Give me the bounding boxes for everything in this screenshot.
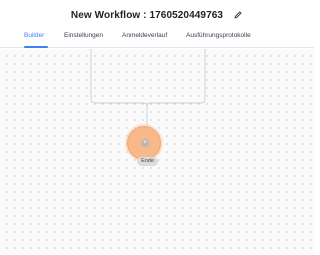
title-row: New Workflow : 1760520449763 (0, 6, 314, 24)
workflow-header: New Workflow : 1760520449763 Builder Ein… (0, 0, 314, 48)
tab-anmeldeverlauf[interactable]: Anmeldeverlauf (122, 32, 167, 39)
tab-ausfuehrungsprotokolle[interactable]: Ausführungsprotokolle (186, 32, 251, 39)
pencil-icon[interactable] (233, 10, 243, 20)
active-tab-indicator (24, 46, 48, 48)
end-node-label: Ende (137, 157, 158, 166)
tab-builder[interactable]: Builder (24, 32, 44, 39)
plus-icon[interactable]: + (141, 139, 149, 147)
workflow-title: New Workflow : 1760520449763 (70, 9, 224, 21)
tab-bar: Builder Einstellungen Anmeldeverlauf Aus… (0, 28, 314, 48)
tab-einstellungen[interactable]: Einstellungen (64, 32, 103, 39)
